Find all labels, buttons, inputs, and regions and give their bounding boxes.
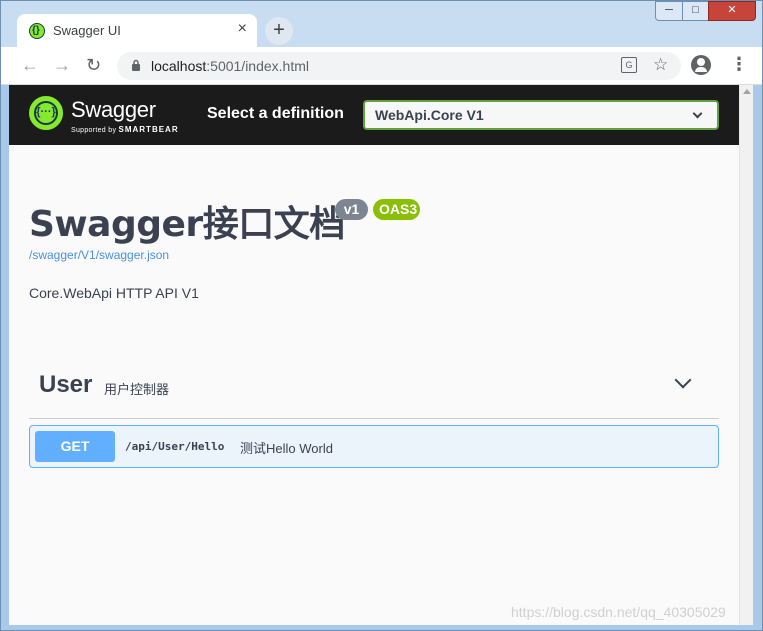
http-method-badge: GET	[35, 431, 115, 462]
spec-json-link[interactable]: /swagger/V1/swagger.json	[29, 248, 169, 262]
tab-title: Swagger UI	[53, 23, 121, 38]
vertical-scrollbar[interactable]	[739, 85, 753, 625]
url-text[interactable]: localhost:5001/index.html	[151, 58, 309, 74]
browser-toolbar: ← → ↻ localhost:5001/index.html G ☆ ⋮	[1, 47, 762, 85]
close-window-button[interactable]: ✕	[708, 1, 756, 21]
window-frame-bottom	[1, 625, 762, 630]
close-tab-icon[interactable]: ×	[238, 20, 247, 38]
chevron-down-icon[interactable]	[674, 371, 692, 389]
swagger-brand[interactable]: Swagger	[71, 97, 156, 123]
more-menu-icon[interactable]: ⋮	[730, 55, 748, 73]
browser-tab[interactable]: Swagger UI ×	[17, 14, 257, 47]
operation-path: /api/User/Hello	[125, 440, 225, 453]
back-arrow-icon[interactable]: ←	[21, 55, 39, 75]
account-icon[interactable]	[691, 55, 711, 75]
tag-name: User	[39, 371, 93, 398]
definition-select[interactable]: WebApi.Core V1	[363, 100, 719, 130]
tag-description: 用户控制器	[104, 382, 170, 397]
operation-summary: 测试Hello World	[240, 441, 333, 456]
swagger-favicon-icon	[29, 23, 45, 39]
page-viewport: {···} Swagger Supported by SMARTBEAR Sel…	[9, 85, 739, 625]
forward-arrow-icon[interactable]: →	[53, 55, 71, 75]
reload-icon[interactable]: ↻	[86, 55, 101, 75]
translate-icon[interactable]: G	[621, 57, 637, 73]
maximize-button[interactable]: □	[682, 1, 709, 21]
operation-get-hello[interactable]: GET /api/User/Hello 测试Hello World	[29, 425, 719, 468]
bookmark-star-icon[interactable]: ☆	[653, 55, 668, 75]
definition-select-value: WebApi.Core V1	[375, 107, 484, 123]
watermark: https://blog.csdn.net/qq_40305029	[511, 604, 726, 620]
scroll-up-arrow-icon[interactable]	[743, 89, 751, 94]
swagger-topbar: {···} Swagger Supported by SMARTBEAR Sel…	[9, 85, 739, 145]
oas-badge: OAS3	[373, 199, 420, 220]
browser-window: Swagger UI × + ─ □ ✕ ← → ↻ localhost:500…	[0, 0, 763, 631]
title-bar: Swagger UI × + ─ □ ✕	[1, 1, 762, 47]
chevron-down-icon	[692, 108, 703, 119]
minimize-button[interactable]: ─	[655, 1, 683, 21]
address-bar[interactable]: localhost:5001/index.html G ☆	[117, 52, 681, 80]
new-tab-button[interactable]: +	[265, 17, 293, 45]
select-definition-label: Select a definition	[207, 105, 344, 122]
swagger-logo-icon[interactable]: {···}	[29, 96, 63, 130]
tag-section-user[interactable]: User 用户控制器	[29, 361, 719, 419]
api-description: Core.WebApi HTTP API V1	[29, 285, 199, 301]
window-frame-right	[753, 85, 762, 630]
supported-by-text: Supported by SMARTBEAR	[71, 125, 179, 134]
lock-icon	[132, 59, 140, 71]
api-title: Swagger接口文档	[29, 204, 345, 245]
version-badge: v1	[335, 199, 368, 220]
